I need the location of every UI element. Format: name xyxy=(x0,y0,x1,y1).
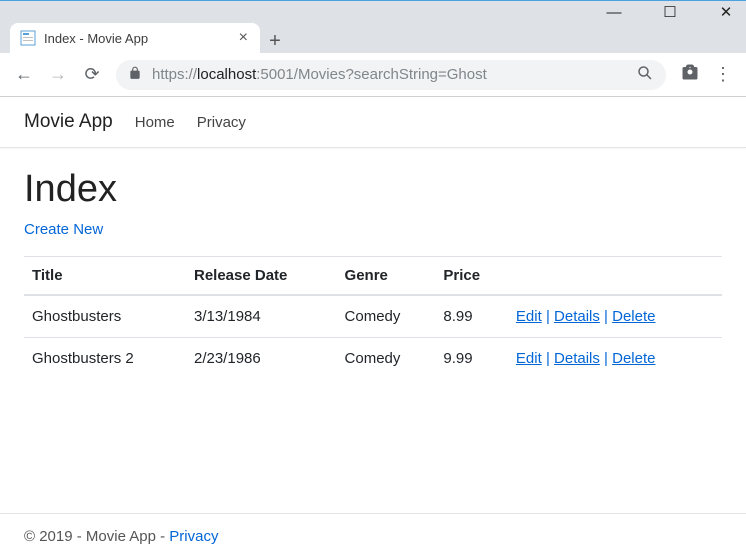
cell-genre: Comedy xyxy=(337,338,436,380)
app-navbar: Movie App Home Privacy xyxy=(0,97,746,148)
cell-price: 9.99 xyxy=(435,338,508,380)
page-viewport: Movie App Home Privacy Index Create New … xyxy=(0,97,746,559)
cell-release: 3/13/1984 xyxy=(186,295,337,338)
col-genre: Genre xyxy=(337,257,436,296)
main-content: Index Create New Title Release Date Genr… xyxy=(0,148,746,459)
footer: © 2019 - Movie App - Privacy xyxy=(0,513,746,559)
app-brand[interactable]: Movie App xyxy=(24,111,113,133)
delete-link[interactable]: Delete xyxy=(612,308,655,325)
details-link[interactable]: Details xyxy=(554,350,600,367)
close-tab-icon[interactable]: × xyxy=(239,29,248,47)
col-release: Release Date xyxy=(186,257,337,296)
footer-text: © 2019 - Movie App - xyxy=(24,528,169,545)
account-icon[interactable] xyxy=(680,62,700,87)
cell-actions: Edit | Details | Delete xyxy=(508,295,722,338)
search-in-page-icon[interactable] xyxy=(636,64,654,86)
browser-tab[interactable]: Index - Movie App × xyxy=(10,23,260,53)
table-header-row: Title Release Date Genre Price xyxy=(24,257,722,296)
cell-title: Ghostbusters xyxy=(24,295,186,338)
tab-title: Index - Movie App xyxy=(44,31,148,46)
details-link[interactable]: Details xyxy=(554,308,600,325)
minimize-icon[interactable]: — xyxy=(600,4,628,21)
delete-link[interactable]: Delete xyxy=(612,350,655,367)
url-text: https://localhost:5001/Movies?searchStri… xyxy=(152,66,626,83)
reload-button[interactable]: ⟳ xyxy=(82,64,102,85)
col-actions xyxy=(508,257,722,296)
create-new-link[interactable]: Create New xyxy=(24,221,103,238)
movies-table: Title Release Date Genre Price Ghostbust… xyxy=(24,256,722,379)
table-row: Ghostbusters3/13/1984Comedy8.99Edit | De… xyxy=(24,295,722,338)
back-button[interactable]: ← xyxy=(14,64,34,85)
address-bar[interactable]: https://localhost:5001/Movies?searchStri… xyxy=(116,60,666,90)
new-tab-button[interactable]: + xyxy=(260,30,290,53)
cell-price: 8.99 xyxy=(435,295,508,338)
lock-icon xyxy=(128,66,142,83)
browser-toolbar: ← → ⟳ https://localhost:5001/Movies?sear… xyxy=(0,53,746,97)
close-window-icon[interactable]: ✕ xyxy=(712,3,740,21)
col-title: Title xyxy=(24,257,186,296)
edit-link[interactable]: Edit xyxy=(516,350,542,367)
forward-button[interactable]: → xyxy=(48,64,68,85)
page-title: Index xyxy=(24,168,722,211)
edit-link[interactable]: Edit xyxy=(516,308,542,325)
col-price: Price xyxy=(435,257,508,296)
menu-icon[interactable]: ⋮ xyxy=(714,64,732,85)
tab-strip: Index - Movie App × + xyxy=(0,23,746,53)
cell-title: Ghostbusters 2 xyxy=(24,338,186,380)
favicon-icon xyxy=(20,30,36,46)
nav-link-privacy[interactable]: Privacy xyxy=(197,114,246,131)
cell-genre: Comedy xyxy=(337,295,436,338)
cell-release: 2/23/1986 xyxy=(186,338,337,380)
table-row: Ghostbusters 22/23/1986Comedy9.99Edit | … xyxy=(24,338,722,380)
browser-chrome: — ☐ ✕ Index - Movie App × + ← → ⟳ https:… xyxy=(0,1,746,97)
maximize-icon[interactable]: ☐ xyxy=(656,3,684,21)
cell-actions: Edit | Details | Delete xyxy=(508,338,722,380)
nav-link-home[interactable]: Home xyxy=(135,114,175,131)
window-controls: — ☐ ✕ xyxy=(0,1,746,23)
footer-privacy-link[interactable]: Privacy xyxy=(169,528,218,545)
